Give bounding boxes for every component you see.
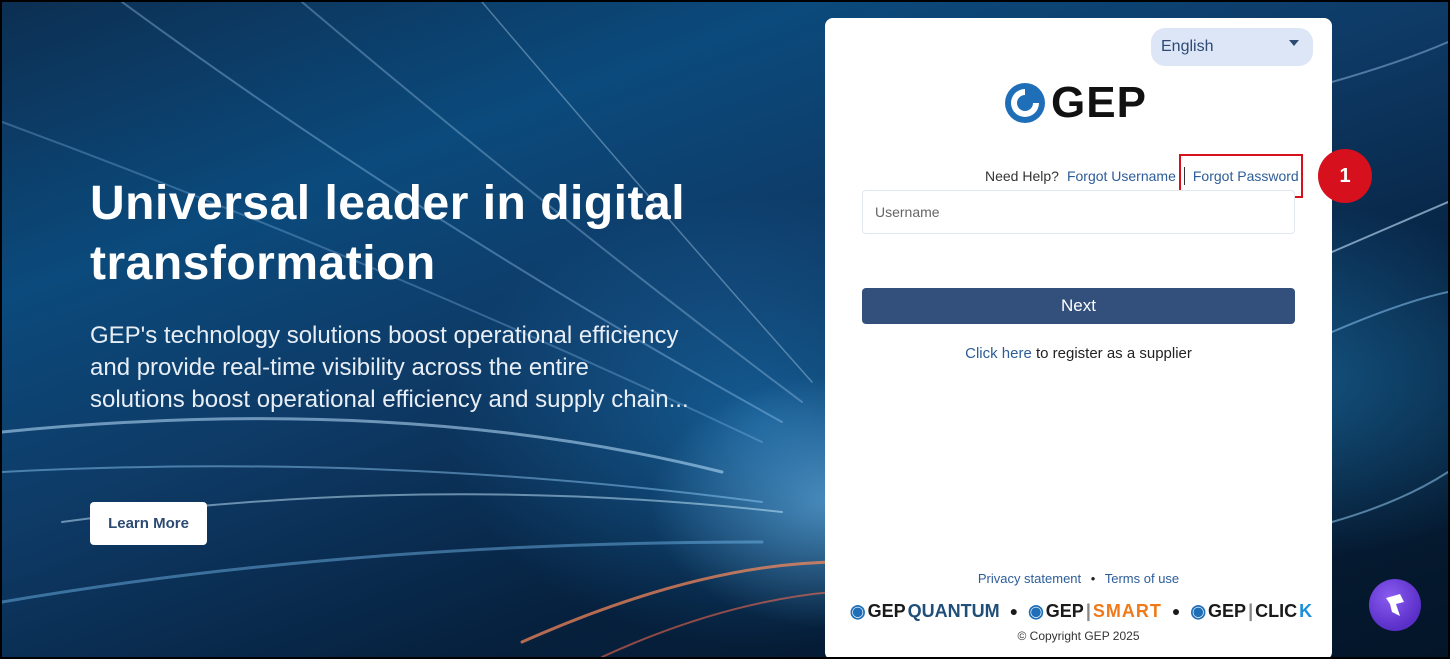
brand-product-suffix: K (1299, 600, 1313, 621)
gep-swirl-icon (1005, 83, 1045, 123)
background-frame: Universal leader in digital transformati… (0, 0, 1450, 659)
chat-assistant-button[interactable] (1369, 579, 1421, 631)
language-selected-value: English (1161, 38, 1214, 55)
brand-prefix: GEP (1045, 600, 1084, 621)
hero-title: Universal leader in digital transformati… (90, 177, 686, 290)
brand-click: ◉ GEP | CLIC K (1190, 600, 1313, 621)
copyright-text: © Copyright GEP 2025 (1017, 629, 1140, 643)
privacy-statement-link[interactable]: Privacy statement (978, 571, 1081, 586)
footer-bullet: • (1090, 571, 1096, 586)
need-help-label: Need Help? (985, 168, 1059, 184)
hero-description: GEP's technology solutions boost operati… (90, 322, 689, 413)
terms-of-use-link[interactable]: Terms of use (1105, 571, 1179, 586)
product-brands: ◉ GEP QUANTUM ● ◉ GEP | SMART ● ◉ GEP | … (841, 600, 1321, 622)
brand-product: QUANTUM (907, 600, 1000, 621)
username-input[interactable] (862, 190, 1295, 234)
next-button[interactable]: Next (862, 288, 1295, 324)
brand-quantum: ◉ GEP QUANTUM (850, 601, 1000, 622)
step-number-badge: 1 (1318, 149, 1372, 203)
gep-logo-text: GEP (1051, 78, 1147, 127)
brand-product: CLIC (1255, 600, 1298, 621)
brand-separator: ● (1171, 603, 1181, 619)
gep-swirl-icon: ◉ (1190, 600, 1207, 621)
learn-more-button[interactable]: Learn More (90, 502, 207, 545)
brand-prefix: GEP (1208, 600, 1247, 621)
brand-smart: ◉ GEP | SMART (1028, 600, 1162, 621)
caret-down-icon (1289, 40, 1299, 46)
brand-prefix: GEP (867, 600, 906, 621)
login-panel: English GEP Need Help? Forgot Username F… (825, 18, 1332, 657)
brand-product: SMART (1092, 600, 1162, 621)
footer-links: Privacy statement • Terms of use (825, 571, 1332, 586)
register-link[interactable]: Click here (965, 345, 1032, 362)
register-text: to register as a supplier (1035, 345, 1192, 362)
gep-swirl-icon: ◉ (849, 600, 866, 621)
gep-logo: GEP (1003, 80, 1147, 126)
register-supplier-text: Click here to register as a supplier (825, 345, 1332, 362)
assistant-icon (1386, 594, 1404, 616)
forgot-username-link[interactable]: Forgot Username (1067, 168, 1176, 184)
language-select[interactable]: English (1151, 28, 1313, 66)
brand-separator: ● (1009, 603, 1019, 619)
gep-swirl-icon: ◉ (1028, 600, 1044, 621)
